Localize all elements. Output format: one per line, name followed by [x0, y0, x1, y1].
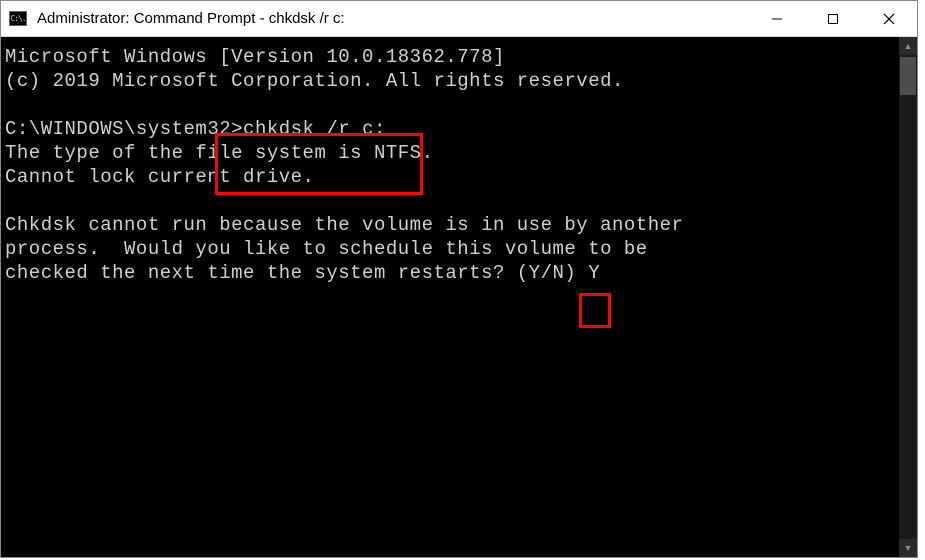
close-button[interactable] — [861, 1, 917, 36]
close-icon — [883, 13, 895, 25]
user-input: Y — [588, 262, 600, 284]
annotation-highlight-input — [579, 293, 611, 328]
console-line: process. Would you like to schedule this… — [5, 238, 648, 260]
vertical-scrollbar[interactable]: ▲ ▼ — [899, 37, 917, 557]
console-line: checked the next time the system restart… — [5, 262, 588, 284]
command-prompt-window: C:\. Administrator: Command Prompt - chk… — [0, 0, 918, 558]
chevron-up-icon: ▲ — [904, 41, 913, 51]
maximize-button[interactable] — [805, 1, 861, 36]
console-line: The type of the file system is NTFS. — [5, 142, 433, 164]
console-output: Microsoft Windows [Version 10.0.18362.77… — [5, 45, 913, 285]
cmd-icon: C:\. — [9, 11, 27, 26]
scrollbar-down-button[interactable]: ▼ — [899, 539, 917, 557]
console-line: Chkdsk cannot run because the volume is … — [5, 214, 683, 236]
scrollbar-thumb[interactable] — [900, 57, 916, 95]
console-line: Microsoft Windows [Version 10.0.18362.77… — [5, 46, 505, 68]
console-line: (c) 2019 Microsoft Corporation. All righ… — [5, 70, 624, 92]
chevron-down-icon: ▼ — [904, 543, 913, 553]
scrollbar-up-button[interactable]: ▲ — [899, 37, 917, 55]
console-body[interactable]: Microsoft Windows [Version 10.0.18362.77… — [1, 37, 917, 557]
console-command: chkdsk /r c: — [243, 118, 386, 140]
console-line: Cannot lock current drive. — [5, 166, 314, 188]
window-title: Administrator: Command Prompt - chkdsk /… — [37, 10, 749, 27]
titlebar[interactable]: C:\. Administrator: Command Prompt - chk… — [1, 1, 917, 37]
console-prompt: C:\WINDOWS\system32> — [5, 118, 243, 140]
minimize-button[interactable] — [749, 1, 805, 36]
window-controls — [749, 1, 917, 36]
minimize-icon — [771, 13, 783, 25]
maximize-icon — [827, 13, 839, 25]
